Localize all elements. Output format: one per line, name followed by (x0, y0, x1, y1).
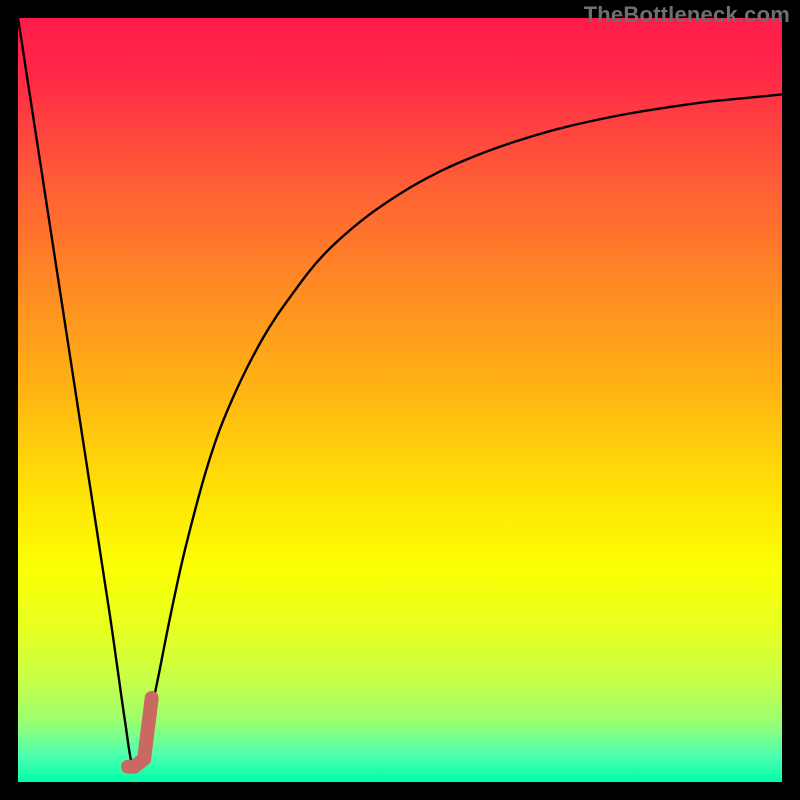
plot-area (18, 18, 782, 782)
chart-frame: TheBottleneck.com (0, 0, 800, 800)
chart-svg (18, 18, 782, 782)
gradient-background (18, 18, 782, 782)
watermark-text: TheBottleneck.com (584, 2, 790, 28)
